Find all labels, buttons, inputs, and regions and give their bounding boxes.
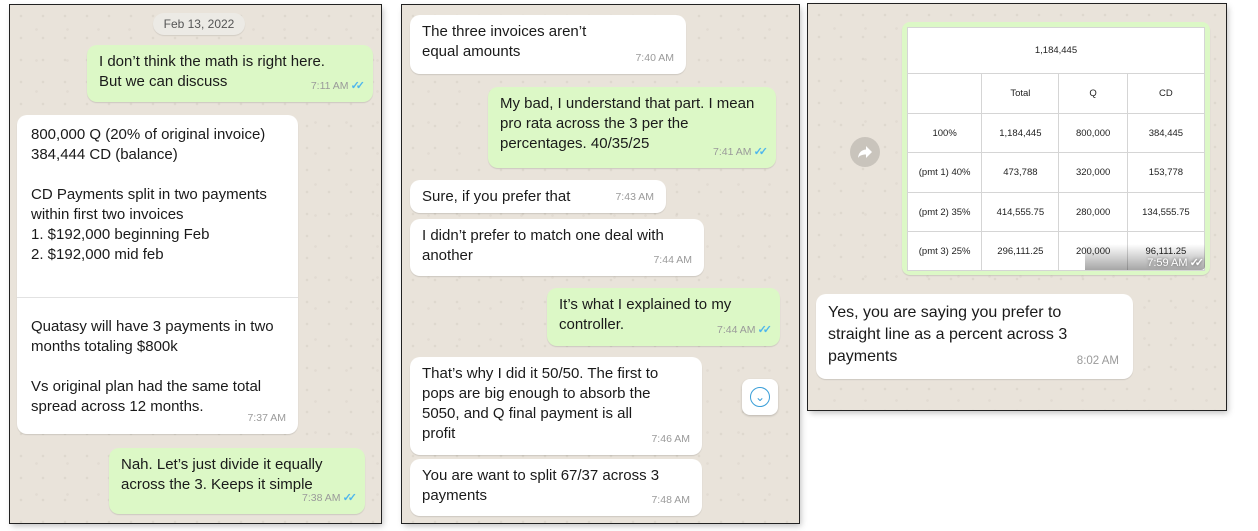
message-text: I didn’t prefer to match one deal with a… (422, 227, 664, 264)
table-cell: 134,555.75 (1126, 192, 1206, 232)
message-text: 800,000 Q (20% of original invoice) 384,… (31, 126, 267, 263)
message-text: The three invoices aren’t equal amounts (422, 23, 587, 60)
message-time: 7:41 AM (713, 146, 752, 158)
message-time: 7:11 AM (310, 80, 349, 92)
message-incoming[interactable]: The three invoices aren’t equal amounts … (410, 15, 686, 74)
message-incoming[interactable]: That’s why I did it 50/50. The first to … (410, 357, 702, 455)
table-cell: (pmt 1) 40% (906, 152, 983, 193)
message-time: 7:37 AM (247, 412, 286, 424)
message-outgoing[interactable]: Nah. Let’s just divide it equally across… (109, 448, 365, 514)
chat-panel-1: Feb 13, 2022 I don’t think the math is r… (10, 5, 381, 523)
forward-icon (858, 146, 872, 158)
table-header-row: Total Q CD (906, 73, 1206, 114)
chevron-down-icon: ⌄ (750, 387, 770, 407)
table-title: 1,184,445 (907, 27, 1205, 74)
table-row: (pmt 2) 35% 414,555.75 280,000 134,555.7… (906, 192, 1206, 232)
scroll-down-button[interactable]: ⌄ (742, 379, 778, 415)
table-header (906, 73, 983, 114)
message-time: 7:46 AM (651, 433, 690, 445)
table-row: (pmt 1) 40% 473,788 320,000 153,778 (906, 152, 1206, 193)
message-incoming[interactable]: Yes, you are saying you prefer to straig… (816, 294, 1133, 379)
table-cell: 320,000 (1058, 152, 1128, 193)
message-time: 7:44 AM (717, 324, 756, 336)
read-ticks-icon: ✓✓ (753, 146, 769, 158)
table-header: Total (981, 73, 1060, 114)
message-outgoing[interactable]: It’s what I explained to my controller. … (547, 288, 780, 346)
image-message[interactable]: 1,184,445 Total Q CD 100% 1,184,445 800,… (902, 22, 1210, 275)
table-cell: 384,445 (1126, 113, 1206, 153)
forward-button[interactable] (850, 137, 880, 167)
read-ticks-icon: ✓✓ (1189, 257, 1205, 269)
message-incoming[interactable]: Sure, if you prefer that 7:43 AM (410, 180, 666, 213)
read-ticks-icon: ✓✓ (757, 324, 773, 336)
table-cell: 280,000 (1058, 192, 1128, 232)
message-text: Quatasy will have 3 payments in two mont… (31, 318, 274, 415)
table-cell: (pmt 2) 35% (906, 192, 983, 232)
message-time: 7:48 AM (651, 494, 690, 506)
message-time: 7:38 AM (302, 492, 341, 504)
table-cell: 100% (906, 113, 983, 153)
message-incoming[interactable]: I didn’t prefer to match one deal with a… (410, 219, 704, 276)
message-text: You are want to split 67/37 across 3 pay… (422, 467, 660, 504)
table-cell: (pmt 3) 25% (906, 231, 983, 271)
table-header: CD (1126, 73, 1206, 114)
table-cell: 296,111.25 (981, 231, 1060, 271)
message-incoming[interactable]: 800,000 Q (20% of original invoice) 384,… (17, 115, 298, 434)
message-text: That’s why I did it 50/50. The first to … (422, 365, 659, 442)
table-row: 100% 1,184,445 800,000 384,445 (906, 113, 1206, 153)
table-cell: 153,778 (1126, 152, 1206, 193)
message-time: 7:44 AM (653, 254, 692, 266)
table-cell: 1,184,445 (981, 113, 1060, 153)
read-ticks-icon: ✓✓ (350, 80, 366, 92)
table-cell: 473,788 (981, 152, 1060, 193)
read-ticks-icon: ✓✓ (342, 492, 358, 504)
message-time: 8:02 AM (1076, 355, 1119, 367)
table-cell: 800,000 (1058, 113, 1128, 153)
message-time: 7:59 AM (1147, 257, 1188, 269)
message-outgoing[interactable]: My bad, I understand that part. I mean p… (488, 87, 776, 168)
chat-panel-3: 1,184,445 Total Q CD 100% 1,184,445 800,… (808, 4, 1226, 410)
message-incoming[interactable]: You are want to split 67/37 across 3 pay… (410, 459, 702, 516)
message-divider (17, 297, 298, 298)
message-time: 7:43 AM (615, 191, 654, 203)
spreadsheet-image: 1,184,445 Total Q CD 100% 1,184,445 800,… (906, 27, 1206, 271)
message-time: 7:40 AM (635, 52, 674, 64)
table-header: Q (1058, 73, 1128, 114)
date-separator: Feb 13, 2022 (153, 13, 245, 35)
message-outgoing[interactable]: I don’t think the math is right here. Bu… (87, 45, 373, 102)
message-text: Yes, you are saying you prefer to straig… (828, 304, 1068, 365)
chat-panel-2: The three invoices aren’t equal amounts … (402, 5, 799, 523)
table-cell: 414,555.75 (981, 192, 1060, 232)
